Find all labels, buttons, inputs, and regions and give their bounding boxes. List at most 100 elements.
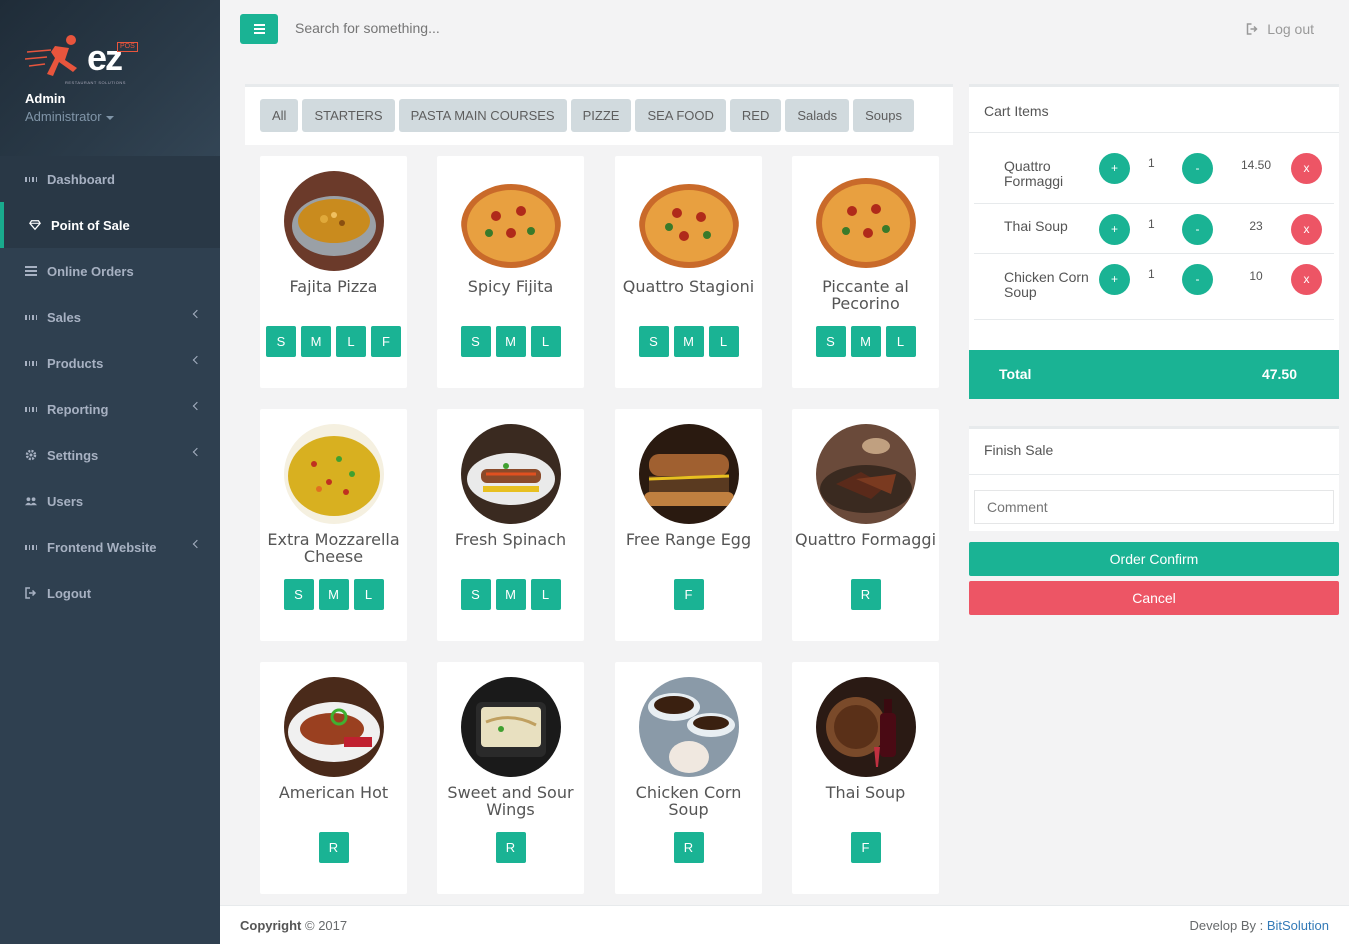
size-button[interactable]: F xyxy=(371,326,401,357)
finish-sale-panel: Finish Sale xyxy=(969,426,1339,531)
product-image xyxy=(816,424,916,524)
search-input[interactable] xyxy=(295,20,795,36)
size-button[interactable]: M xyxy=(318,579,349,610)
product-card[interactable]: Spicy Fijita S M L xyxy=(437,156,584,388)
size-button[interactable]: S xyxy=(815,326,846,357)
sidebar-item-online-orders[interactable]: Online Orders xyxy=(0,248,220,294)
menu-toggle-button[interactable] xyxy=(240,14,278,44)
brand-logo: ez POS RESTAURANT SOLUTIONS xyxy=(25,30,140,86)
category-soups[interactable]: Soups xyxy=(853,99,914,132)
cart-item-price: 14.50 xyxy=(1240,158,1272,172)
grid-icon xyxy=(25,541,37,553)
size-button[interactable]: S xyxy=(266,326,296,357)
sidebar-item-users[interactable]: Users xyxy=(0,478,220,524)
size-button[interactable]: L xyxy=(708,326,739,357)
size-button[interactable]: F xyxy=(673,579,704,610)
developer-credit: Develop By : BitSolution xyxy=(1190,918,1329,933)
category-salads[interactable]: Salads xyxy=(785,99,850,132)
grid-icon xyxy=(25,357,37,369)
size-button[interactable]: M xyxy=(850,326,881,357)
size-button[interactable]: M xyxy=(301,326,331,357)
sidebar-item-products[interactable]: Products xyxy=(0,340,220,386)
remove-item-button[interactable]: x xyxy=(1291,264,1322,295)
remove-item-button[interactable]: x xyxy=(1291,153,1322,184)
decrease-qty-button[interactable]: - xyxy=(1182,153,1213,184)
size-button[interactable]: L xyxy=(336,326,366,357)
cart-row: Quattro Formaggi + 1 - 14.50 x xyxy=(974,138,1334,204)
sidebar-item-logout[interactable]: Logout xyxy=(0,570,220,616)
category-sea-food[interactable]: SEA FOOD xyxy=(635,99,726,132)
size-button[interactable]: L xyxy=(530,579,561,610)
product-image xyxy=(284,171,384,271)
profile-role-dropdown[interactable]: Administrator xyxy=(25,109,114,124)
sidebar-item-reporting[interactable]: Reporting xyxy=(0,386,220,432)
copyright: Copyright © 2017 xyxy=(240,918,347,933)
logo-text: ez xyxy=(87,37,123,78)
product-name: Thai Soup xyxy=(825,783,906,802)
product-image xyxy=(816,677,916,777)
size-button[interactable]: L xyxy=(530,326,561,357)
size-button[interactable]: S xyxy=(460,579,491,610)
product-card[interactable]: Sweet and Sour Wings R xyxy=(437,662,584,894)
cart-row: Chicken Corn Soup + 1 - 10 x xyxy=(974,254,1334,320)
sidebar-item-point-of-sale[interactable]: Point of Sale xyxy=(0,202,220,248)
size-button[interactable]: S xyxy=(460,326,491,357)
developer-link[interactable]: BitSolution xyxy=(1267,918,1329,933)
size-button[interactable]: M xyxy=(495,326,526,357)
increase-qty-button[interactable]: + xyxy=(1099,264,1130,295)
category-starters[interactable]: STARTERS xyxy=(302,99,395,132)
cancel-button[interactable]: Cancel xyxy=(969,581,1339,615)
product-card[interactable]: Quattro Formaggi R xyxy=(792,409,939,641)
category-red[interactable]: RED xyxy=(729,99,782,132)
size-button[interactable]: S xyxy=(638,326,669,357)
order-confirm-button[interactable]: Order Confirm xyxy=(969,542,1339,576)
logout-link[interactable]: Log out xyxy=(1246,21,1314,37)
size-button[interactable]: L xyxy=(885,326,916,357)
chevron-left-icon xyxy=(192,309,202,319)
sidebar-item-frontend-website[interactable]: Frontend Website xyxy=(0,524,220,570)
cart-total-bar: Total 47.50 xyxy=(969,350,1339,399)
sidebar-item-settings[interactable]: Settings xyxy=(0,432,220,478)
decrease-qty-button[interactable]: - xyxy=(1182,264,1213,295)
category-all[interactable]: All xyxy=(260,99,299,132)
product-card[interactable]: Extra Mozzarella Cheese S M L xyxy=(260,409,407,641)
size-button[interactable]: F xyxy=(850,832,881,863)
product-card[interactable]: Fajita Pizza S M L F xyxy=(260,156,407,388)
product-card[interactable]: Quattro Stagioni S M L xyxy=(615,156,762,388)
product-card[interactable]: Chicken Corn Soup R xyxy=(615,662,762,894)
product-card[interactable]: Fresh Spinach S M L xyxy=(437,409,584,641)
product-image xyxy=(639,424,739,524)
increase-qty-button[interactable]: + xyxy=(1099,214,1130,245)
size-button[interactable]: L xyxy=(353,579,384,610)
product-name: Quattro Formaggi xyxy=(794,530,937,549)
sidebar-item-sales[interactable]: Sales xyxy=(0,294,220,340)
sidebar-item-label: Settings xyxy=(47,447,99,463)
sidebar-nav: Dashboard Point of Sale Online Orders Sa… xyxy=(0,156,220,616)
sidebar-item-label: Users xyxy=(47,493,84,509)
chevron-left-icon xyxy=(192,355,202,365)
size-button[interactable]: M xyxy=(673,326,704,357)
size-button[interactable]: S xyxy=(283,579,314,610)
size-button[interactable]: M xyxy=(495,579,526,610)
profile-name[interactable]: Admin xyxy=(25,91,65,106)
product-name: Quattro Stagioni xyxy=(622,277,755,296)
size-button[interactable]: R xyxy=(495,832,526,863)
product-image xyxy=(461,677,561,777)
increase-qty-button[interactable]: + xyxy=(1099,153,1130,184)
decrease-qty-button[interactable]: - xyxy=(1182,214,1213,245)
product-image xyxy=(639,171,739,271)
product-card[interactable]: American Hot R xyxy=(260,662,407,894)
total-label: Total xyxy=(999,366,1032,382)
category-pasta-main-courses[interactable]: PASTA MAIN COURSES xyxy=(398,99,567,132)
category-pizze[interactable]: PIZZE xyxy=(570,99,632,132)
size-button[interactable]: R xyxy=(673,832,704,863)
comment-input[interactable] xyxy=(974,490,1334,524)
product-card[interactable]: Free Range Egg F xyxy=(615,409,762,641)
size-button[interactable]: R xyxy=(850,579,881,610)
remove-item-button[interactable]: x xyxy=(1291,214,1322,245)
caret-down-icon xyxy=(105,115,114,120)
product-card[interactable]: Thai Soup F xyxy=(792,662,939,894)
product-card[interactable]: Piccante al Pecorino S M L xyxy=(792,156,939,388)
size-button[interactable]: R xyxy=(318,832,349,863)
sidebar-item-dashboard[interactable]: Dashboard xyxy=(0,156,220,202)
